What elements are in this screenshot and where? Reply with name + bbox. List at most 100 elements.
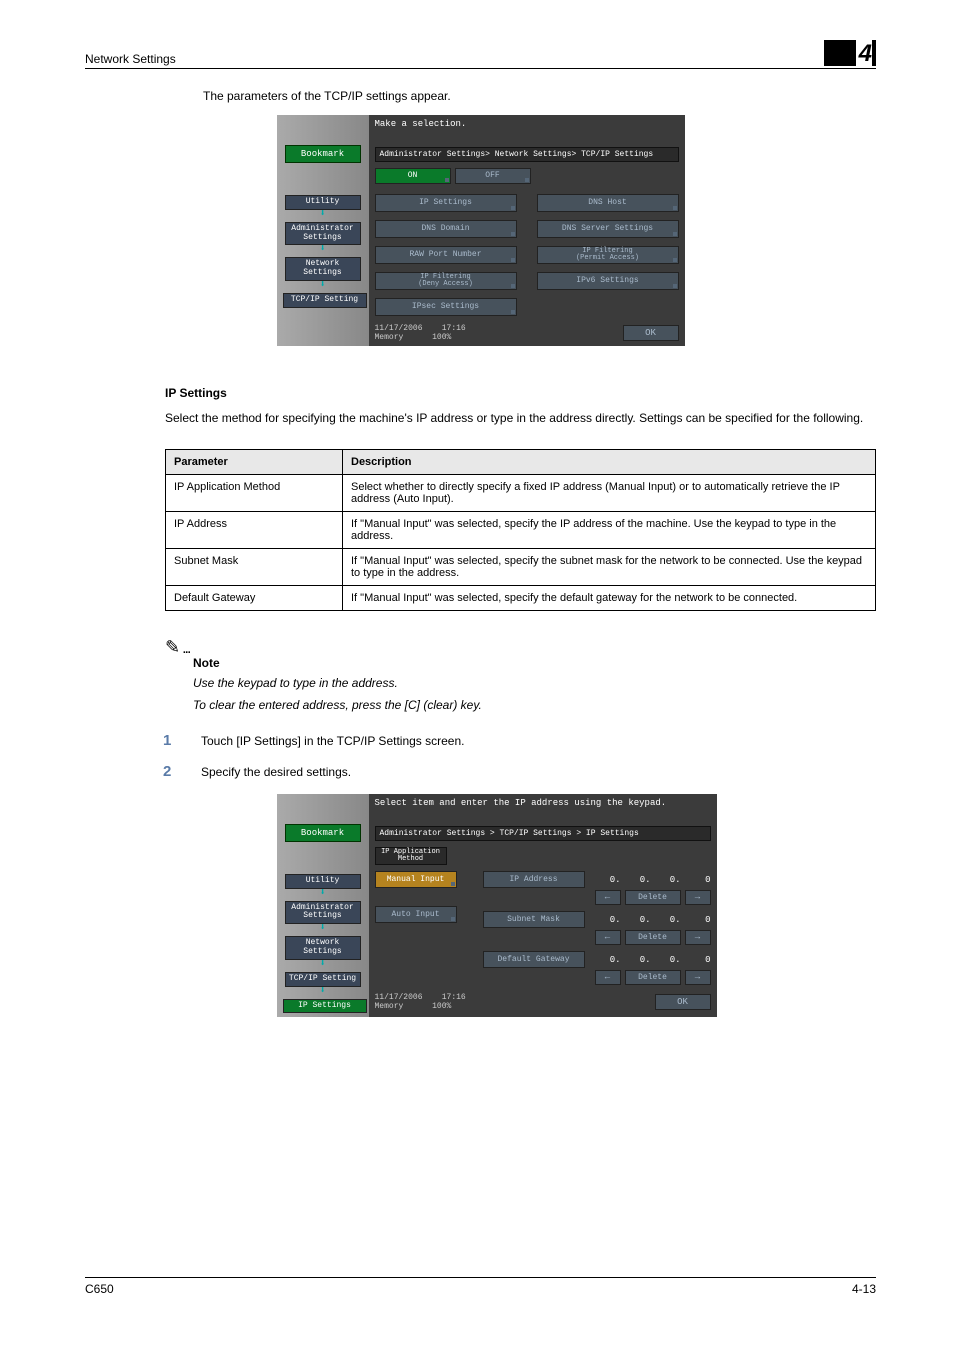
ipsec-button[interactable]: IPsec Settings — [375, 298, 517, 316]
note-text: To clear the entered address, press the … — [193, 696, 876, 714]
bookmark-button[interactable]: Bookmark — [285, 824, 361, 842]
panel-time: 17:16 — [442, 324, 466, 333]
footer-page-number: 4-13 — [852, 1282, 876, 1296]
arrow-down-icon: ⬇ — [319, 987, 325, 997]
breadcrumb: Administrator Settings > TCP/IP Settings… — [375, 826, 711, 841]
nav-utility[interactable]: Utility — [285, 874, 361, 889]
dns-domain-button[interactable]: DNS Domain — [375, 220, 517, 238]
arrow-down-icon: ⬇ — [319, 210, 325, 220]
ip-octet: 0 — [685, 955, 711, 965]
nav-admin-settings[interactable]: Administrator Settings — [285, 901, 361, 925]
arrow-down-icon: ⬇ — [319, 960, 325, 970]
arrow-left-button[interactable]: ← — [595, 930, 621, 945]
table-cell-param: IP Application Method — [166, 474, 343, 511]
panel-date: 11/17/2006 — [375, 324, 423, 333]
nav-ip-settings[interactable]: IP Settings — [283, 999, 367, 1014]
arrow-left-button[interactable]: ← — [595, 970, 621, 985]
manual-input-button[interactable]: Manual Input — [375, 871, 457, 888]
note-icon: ✎... — [165, 637, 876, 658]
nav-network-settings[interactable]: Network Settings — [285, 936, 361, 960]
nav-utility[interactable]: Utility — [285, 195, 361, 210]
ip-octet: 0. — [595, 875, 621, 885]
ip-octet: 0. — [595, 915, 621, 925]
chapter-tab: 4 — [824, 40, 876, 66]
bookmark-button[interactable]: Bookmark — [285, 145, 361, 163]
ip-settings-panel: Bookmark Utility ⬇ Administrator Setting… — [277, 794, 685, 1018]
arrow-down-icon: ⬇ — [319, 245, 325, 255]
nav-admin-settings[interactable]: Administrator Settings — [285, 222, 361, 246]
table-cell-desc: If "Manual Input" was selected, specify … — [343, 511, 876, 548]
table-cell-param: IP Address — [166, 511, 343, 548]
section-paragraph: Select the method for specifying the mac… — [165, 410, 876, 427]
arrow-down-icon: ⬇ — [319, 889, 325, 899]
panel-date: 11/17/2006 — [375, 993, 423, 1002]
table-row: IP Application Method Select whether to … — [166, 474, 876, 511]
ip-application-method-tab[interactable]: IP Application Method — [375, 847, 447, 866]
table-row: IP Address If "Manual Input" was selecte… — [166, 511, 876, 548]
dns-host-button[interactable]: DNS Host — [537, 194, 679, 212]
table-row: Subnet Mask If "Manual Input" was select… — [166, 548, 876, 585]
page-header-title: Network Settings — [85, 52, 176, 66]
tcpip-settings-panel: Bookmark Utility ⬇ Administrator Setting… — [277, 115, 685, 346]
table-cell-param: Default Gateway — [166, 585, 343, 610]
arrow-down-icon: ⬇ — [319, 281, 325, 291]
ip-octet: 0. — [655, 955, 681, 965]
ip-octet: 0. — [625, 915, 651, 925]
arrow-right-button[interactable]: → — [685, 930, 711, 945]
note-block: ✎... Note Use the keypad to type in the … — [165, 637, 876, 714]
ip-octet: 0 — [685, 915, 711, 925]
breadcrumb: Administrator Settings> Network Settings… — [375, 147, 679, 162]
delete-button[interactable]: Delete — [625, 890, 681, 905]
chapter-number: 4 — [856, 40, 872, 68]
off-button[interactable]: OFF — [455, 168, 531, 184]
ip-octet: 0 — [685, 875, 711, 885]
panel-time: 17:16 — [442, 993, 466, 1002]
nav-network-settings[interactable]: Network Settings — [285, 257, 361, 281]
ip-octet: 0. — [625, 955, 651, 965]
arrow-down-icon: ⬇ — [319, 924, 325, 934]
delete-button[interactable]: Delete — [625, 930, 681, 945]
parameter-table: Parameter Description IP Application Met… — [165, 449, 876, 611]
ip-octet: 0. — [595, 955, 621, 965]
note-label: Note — [193, 656, 876, 670]
subnet-mask-label: Subnet Mask — [483, 911, 585, 928]
delete-button[interactable]: Delete — [625, 970, 681, 985]
note-text: Use the keypad to type in the address. — [193, 674, 876, 692]
step-1: 1 Touch [IP Settings] in the TCP/IP Sett… — [163, 732, 876, 749]
on-button[interactable]: ON — [375, 168, 451, 184]
ip-octet: 0. — [655, 915, 681, 925]
table-cell-param: Subnet Mask — [166, 548, 343, 585]
panel-memory-label: Memory — [375, 1002, 404, 1011]
ok-button[interactable]: OK — [655, 994, 711, 1010]
panel-memory-level: 100% — [432, 333, 451, 342]
panel-memory-label: Memory — [375, 333, 404, 342]
step-text: Specify the desired settings. — [201, 765, 351, 779]
table-row: Default Gateway If "Manual Input" was se… — [166, 585, 876, 610]
ip-octet: 0. — [655, 875, 681, 885]
arrow-right-button[interactable]: → — [685, 970, 711, 985]
panel-instruction: Select item and enter the IP address usi… — [375, 798, 711, 818]
arrow-right-button[interactable]: → — [685, 890, 711, 905]
arrow-left-button[interactable]: ← — [595, 890, 621, 905]
default-gateway-label: Default Gateway — [483, 951, 585, 968]
step-text: Touch [IP Settings] in the TCP/IP Settin… — [201, 734, 464, 748]
step-number: 1 — [163, 732, 201, 749]
table-cell-desc: Select whether to directly specify a fix… — [343, 474, 876, 511]
ip-filter-permit-button[interactable]: IP Filtering (Permit Access) — [537, 246, 679, 264]
auto-input-button[interactable]: Auto Input — [375, 906, 457, 923]
ipv6-button[interactable]: IPv6 Settings — [537, 272, 679, 290]
ip-settings-button[interactable]: IP Settings — [375, 194, 517, 212]
nav-tcpip-setting[interactable]: TCP/IP Setting — [283, 293, 367, 308]
panel-memory-level: 100% — [432, 1002, 451, 1011]
ip-filter-deny-button[interactable]: IP Filtering (Deny Access) — [375, 272, 517, 290]
raw-port-button[interactable]: RAW Port Number — [375, 246, 517, 264]
table-header-description: Description — [343, 449, 876, 474]
nav-tcpip-setting[interactable]: TCP/IP Setting — [285, 972, 361, 987]
section-heading: IP Settings — [165, 386, 876, 400]
ok-button[interactable]: OK — [623, 325, 679, 341]
ip-address-label: IP Address — [483, 871, 585, 888]
dns-server-button[interactable]: DNS Server Settings — [537, 220, 679, 238]
table-cell-desc: If "Manual Input" was selected, specify … — [343, 585, 876, 610]
panel-instruction: Make a selection. — [375, 119, 679, 139]
step-2: 2 Specify the desired settings. — [163, 763, 876, 780]
